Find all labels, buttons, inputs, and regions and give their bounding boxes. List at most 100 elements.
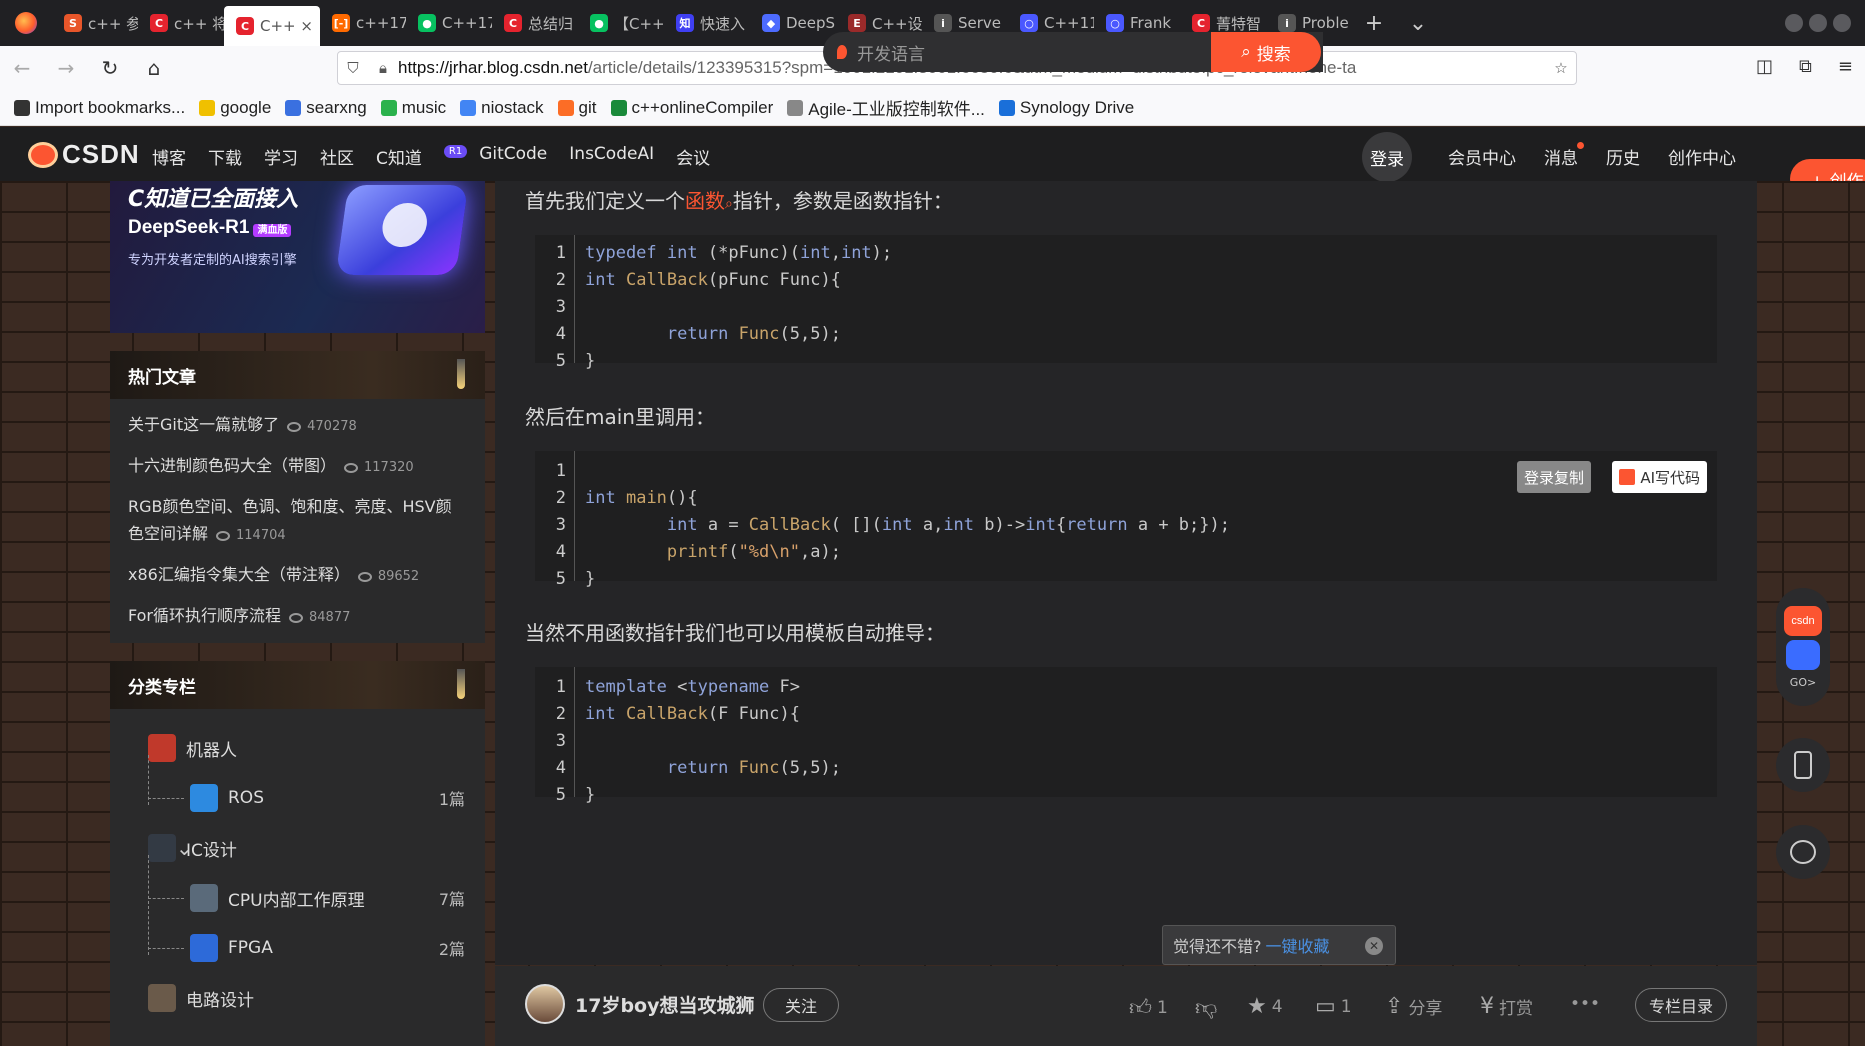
category-name[interactable]: 电路设计 xyxy=(186,986,254,1011)
browser-tab[interactable]: ◆ DeepS xyxy=(750,0,836,46)
ai-write-code-button[interactable]: AI写代码 xyxy=(1612,461,1707,493)
category-name[interactable]: FPGA xyxy=(228,938,273,958)
pocket-icon[interactable]: ◫ xyxy=(1756,56,1773,77)
nav-inscodeai[interactable]: InsCodeAI xyxy=(569,144,654,169)
new-tab-button[interactable]: + xyxy=(1352,11,1396,36)
article-content: 首先我们定义一个函数⌕指针，参数是函数指针： 1 2 3 4 5 typedef int… xyxy=(495,181,1757,965)
dislike-button[interactable]: 👎︎ xyxy=(1195,994,1217,1021)
nav-community[interactable]: 社区 xyxy=(320,144,354,169)
extensions-icon[interactable]: ⧉ xyxy=(1799,56,1812,77)
category-name[interactable]: ROS xyxy=(228,788,264,808)
bookmark-item[interactable]: music xyxy=(380,98,446,118)
minimize-button[interactable] xyxy=(1785,14,1803,32)
vip-center-link[interactable]: 会员中心 xyxy=(1448,144,1516,169)
follow-button[interactable]: 关注 xyxy=(763,988,839,1022)
column-directory-button[interactable]: 专栏目录 xyxy=(1635,988,1727,1022)
hot-article-item[interactable]: x86汇编指令集大全（带注释） 89652 xyxy=(128,561,467,590)
nav-meeting[interactable]: 会议 xyxy=(676,144,710,169)
nav-download[interactable]: 下载 xyxy=(208,144,242,169)
bookmark-item[interactable]: Import bookmarks... xyxy=(14,98,185,118)
category-name[interactable]: IC设计 xyxy=(186,836,237,861)
like-button[interactable]: 👍︎ 1 xyxy=(1129,994,1168,1021)
reload-button[interactable]: ↻ xyxy=(88,56,132,80)
toast-close-icon[interactable]: ✕ xyxy=(1365,937,1383,955)
maximize-button[interactable] xyxy=(1809,14,1827,32)
hot-article-item[interactable]: RGB颜色空间、色调、饱和度、亮度、HSV颜色空间详解 114704 xyxy=(128,493,467,549)
hot-article-item[interactable]: For循环执行顺序流程 84877 xyxy=(128,602,467,631)
messages-link[interactable]: 消息 xyxy=(1544,142,1584,169)
deepseek-banner[interactable]: C知道已全面接入 DeepSeek-R1 满血版 专为开发者定制的AI搜索引擎 xyxy=(110,181,485,333)
bookmark-star-icon[interactable]: ☆ xyxy=(1546,59,1576,77)
login-button[interactable]: 登录 xyxy=(1362,132,1412,182)
hot-article-title[interactable]: 关于Git这一篇就够了 xyxy=(128,415,279,434)
csdn-ai-float-button[interactable]: csdn GO> xyxy=(1776,588,1830,706)
category-item[interactable]: CPU内部工作原理 7篇 xyxy=(128,873,467,923)
browser-tab[interactable]: Sc++ 参 xyxy=(52,0,138,46)
hot-article-title[interactable]: For循环执行顺序流程 xyxy=(128,606,281,625)
one-click-favorite-link[interactable]: 一键收藏 xyxy=(1266,933,1330,957)
history-link[interactable]: 历史 xyxy=(1606,144,1640,169)
bookmark-item[interactable]: searxng xyxy=(285,98,367,118)
categories-title: 分类专栏 xyxy=(128,677,196,698)
bookmark-item[interactable]: Agile-工业版控制软件... xyxy=(787,95,985,120)
more-button[interactable]: ••• xyxy=(1570,994,1600,1014)
lock-icon[interactable]: 🔒︎ xyxy=(368,59,398,77)
search-button[interactable]: ⌕ 搜索 xyxy=(1211,32,1321,72)
bookmark-item[interactable]: c++onlineCompiler xyxy=(610,98,773,118)
browser-tab[interactable]: ● C++17 xyxy=(406,0,492,46)
hot-article-title[interactable]: RGB颜色空间、色调、饱和度、亮度、HSV颜色空间详解 xyxy=(128,497,452,543)
nav-gitcode[interactable]: GitCode xyxy=(479,144,547,169)
bookmark-item[interactable]: google xyxy=(199,98,271,118)
tree-connector xyxy=(148,755,149,805)
chat-button[interactable] xyxy=(1776,825,1830,879)
comment-button[interactable]: ▭ 1 xyxy=(1315,994,1352,1019)
bookmark-item[interactable]: niostack xyxy=(460,98,544,118)
category-item[interactable]: FPGA 2篇 xyxy=(128,923,467,973)
hamburger-menu-icon[interactable]: ≡ xyxy=(1838,56,1853,77)
close-window-button[interactable] xyxy=(1833,14,1851,32)
browser-tab[interactable]: [-] c++17 xyxy=(320,0,406,46)
category-name[interactable]: 机器人 xyxy=(186,736,237,761)
function-keyword-link[interactable]: 函数 xyxy=(685,189,725,213)
browser-tab[interactable]: ● 【C++ xyxy=(578,0,664,46)
view-count: 117320 xyxy=(344,460,414,475)
go-label: GO> xyxy=(1789,675,1817,689)
mobile-view-button[interactable] xyxy=(1776,738,1830,792)
reward-button[interactable]: ¥ 打赏 xyxy=(1480,994,1533,1019)
avatar[interactable] xyxy=(525,984,565,1024)
category-item[interactable]: 机器人 xyxy=(128,723,467,773)
nav-blog[interactable]: 博客 xyxy=(152,144,186,169)
search-icon[interactable]: ⌕ xyxy=(725,196,733,212)
expand-categories-chevron-icon[interactable]: ⌄ xyxy=(176,836,193,860)
bookmark-item[interactable]: Synology Drive xyxy=(998,98,1134,118)
category-item[interactable]: ROS 1篇 xyxy=(128,773,467,823)
hot-article-item[interactable]: 十六进制颜色码大全（带图） 117320 xyxy=(128,452,467,481)
hot-article-item[interactable]: 关于Git这一篇就够了 470278 xyxy=(128,411,467,440)
forward-button[interactable]: → xyxy=(44,56,88,80)
home-button[interactable]: ⌂ xyxy=(132,56,176,80)
browser-tab[interactable]: C C++ × xyxy=(224,6,320,46)
browser-tab[interactable]: Cc++ 将 xyxy=(138,0,224,46)
category-name[interactable]: CPU内部工作原理 xyxy=(228,886,365,911)
author-name[interactable]: 17岁boy想当攻城狮 xyxy=(575,991,754,1018)
csdn-logo[interactable]: CSDN xyxy=(28,139,140,170)
login-copy-button[interactable]: 登录复制 xyxy=(1516,461,1591,493)
hot-article-title[interactable]: x86汇编指令集大全（带注释） xyxy=(128,565,350,584)
shield-icon[interactable]: ⛉ xyxy=(338,59,368,77)
category-count: 7篇 xyxy=(438,890,465,909)
hot-article-title[interactable]: 十六进制颜色码大全（带图） xyxy=(128,456,336,475)
code-block-1: 1 2 3 4 5 typedef int (*pFunc)(int,int); int … xyxy=(535,235,1717,371)
category-item[interactable]: 电路设计 xyxy=(128,973,467,1023)
bookmark-item[interactable]: git xyxy=(557,98,597,118)
author-info[interactable]: 17岁boy想当攻城狮 xyxy=(525,984,754,1024)
tab-list-chevron-icon[interactable]: ⌄ xyxy=(1396,11,1440,36)
share-button[interactable]: ⇪ 分享 xyxy=(1385,994,1442,1019)
nav-learn[interactable]: 学习 xyxy=(264,144,298,169)
back-button[interactable]: ← xyxy=(0,56,44,80)
creator-center-link[interactable]: 创作中心 xyxy=(1668,144,1736,169)
browser-tab[interactable]: 知快速入 xyxy=(664,0,750,46)
browser-tab[interactable]: C 总结归 xyxy=(492,0,578,46)
favorite-button[interactable]: ★ 4 xyxy=(1247,994,1283,1019)
firefox-menu[interactable] xyxy=(0,12,52,34)
nav-c-zhidao[interactable]: C知道 R1 xyxy=(376,144,468,169)
